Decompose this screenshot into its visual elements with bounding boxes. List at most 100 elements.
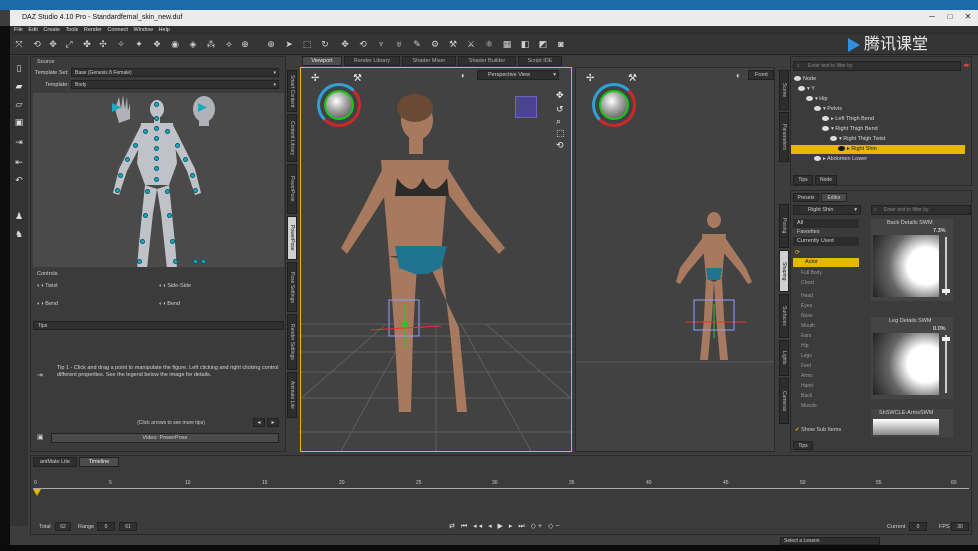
surface-group[interactable]: Nose xyxy=(801,312,813,320)
primitive-icon[interactable]: ⚙ xyxy=(430,39,440,49)
control-point[interactable] xyxy=(190,173,195,178)
viewport-options-icon[interactable]: ◐ xyxy=(461,71,473,81)
control-point[interactable] xyxy=(170,239,175,244)
control-point[interactable] xyxy=(154,126,159,131)
nav-pan-icon[interactable]: ✥ xyxy=(556,90,564,101)
property-slider-handle[interactable] xyxy=(942,337,950,341)
property-slider-track[interactable] xyxy=(945,335,947,393)
menu-file[interactable]: File xyxy=(14,27,23,33)
joint-editor-icon[interactable]: ✤ xyxy=(82,39,92,49)
tree-node-right-thigh[interactable]: ▾ Right Thigh Bend xyxy=(791,125,971,134)
category-favorites[interactable]: Favorites xyxy=(793,228,859,237)
eye-icon[interactable] xyxy=(838,146,845,152)
scripts-icon[interactable]: ◧ xyxy=(520,39,530,49)
maximize-button[interactable]: □ xyxy=(945,12,955,22)
tree-node-hip[interactable]: ▾ Hip xyxy=(791,95,971,104)
control-point[interactable] xyxy=(154,156,159,161)
prev-frame-icon[interactable]: ◂ xyxy=(488,523,494,530)
loop-icon[interactable]: ⇄ xyxy=(449,523,457,530)
tree-node-y[interactable]: ▾ Y xyxy=(791,85,971,94)
control-point[interactable] xyxy=(154,116,159,121)
scene-tab-node[interactable]: Node xyxy=(815,175,837,185)
perspective-viewport[interactable]: ✢ ⚒ ✥ ↺ ⌕ ⬚ ⟲ ◐ Perspective View ▾ xyxy=(240,67,632,452)
category-currently-used[interactable]: Currently Used xyxy=(793,237,859,246)
control-point[interactable] xyxy=(154,166,159,171)
next-frame-icon[interactable]: ▸ xyxy=(509,523,515,530)
fps-field[interactable]: 30 xyxy=(951,522,969,531)
lesson-select[interactable]: Select a Lesson xyxy=(780,537,880,545)
region-nav-icon[interactable]: ◉ xyxy=(170,39,180,49)
range-start-field[interactable]: 0 xyxy=(97,522,115,531)
surface-selection-icon[interactable]: ❖ xyxy=(152,39,162,49)
render-icon[interactable]: ◙ xyxy=(556,39,566,49)
pointer-icon[interactable]: ➤ xyxy=(284,39,294,49)
template-select[interactable]: Body ▾ xyxy=(71,80,279,89)
control-point[interactable] xyxy=(154,146,159,151)
right-view-select[interactable]: Front xyxy=(748,70,774,80)
property-card[interactable]: ShSWCLE-ArmsSWM xyxy=(871,409,953,437)
pan-icon[interactable]: ✢ xyxy=(586,73,594,84)
scale-tool-icon[interactable]: ⤢ xyxy=(64,39,74,49)
control-point[interactable] xyxy=(154,177,159,182)
tab-posing[interactable]: Posing xyxy=(779,204,789,248)
surface-group[interactable]: Chest xyxy=(801,279,814,287)
surface-group[interactable]: Full Body xyxy=(801,269,822,277)
light-icon[interactable]: ⚛ xyxy=(484,39,494,49)
minimize-button[interactable]: ─ xyxy=(927,12,937,22)
menu-render[interactable]: Render xyxy=(84,27,102,33)
tree-node-abdomen[interactable]: ▸ Abdomen Lower xyxy=(791,155,971,164)
prev-key-icon[interactable]: ◂◂ xyxy=(473,523,484,530)
last-frame-icon[interactable]: ⏭ xyxy=(518,523,526,530)
show-sub-items-checkbox[interactable]: ✔ Show Sub Items xyxy=(795,427,841,433)
undo-icon[interactable]: ↶ xyxy=(13,174,25,186)
next-tip-button[interactable]: ▸ xyxy=(267,418,279,427)
template-set-select[interactable]: Base (Genesis 8 Female) ▾ xyxy=(71,68,279,77)
category-all[interactable]: All xyxy=(793,219,859,228)
first-frame-icon[interactable]: ⏮ xyxy=(461,523,469,530)
move-icon[interactable]: ⊕ xyxy=(266,39,276,49)
surface-group[interactable]: Arms xyxy=(801,372,813,380)
nav-zoom-icon[interactable]: ⌕ xyxy=(556,116,561,127)
morph-icon[interactable]: ♅ xyxy=(394,39,404,49)
surface-group[interactable]: Feet xyxy=(801,362,811,370)
transform-icon[interactable]: ⟡ xyxy=(224,39,234,49)
nav-frame-icon[interactable]: ⬚ xyxy=(556,128,565,139)
eye-icon[interactable] xyxy=(822,126,829,132)
control-point[interactable] xyxy=(154,136,159,141)
tree-node-right-thigh-twist[interactable]: ▾ Right Thigh Twist xyxy=(791,135,971,144)
tool-icon[interactable]: ⚒ xyxy=(353,73,362,84)
eye-icon[interactable] xyxy=(814,106,821,112)
surfaces-tab-tips[interactable]: Tips xyxy=(793,441,813,450)
property-card[interactable]: Back Details SWM 7.3% xyxy=(871,219,953,301)
tab-viewport[interactable]: Viewport xyxy=(302,56,342,66)
orbit-icon[interactable]: ↻ xyxy=(320,39,330,49)
control-point[interactable] xyxy=(137,259,142,264)
tab-shader-builder[interactable]: Shader Builder xyxy=(458,56,516,66)
geometry-editor-icon[interactable]: ◈ xyxy=(188,39,198,49)
control-point[interactable] xyxy=(183,157,188,162)
eye-icon[interactable] xyxy=(806,96,813,102)
nav-rotate-icon[interactable]: ↺ xyxy=(556,104,564,115)
tab-script-ide[interactable]: Script IDE xyxy=(518,56,562,66)
playhead-icon[interactable] xyxy=(33,489,41,496)
surface-group[interactable]: Eyes xyxy=(801,302,812,310)
tab-editor[interactable]: Editor xyxy=(821,193,847,202)
pose-icon[interactable]: ⟲ xyxy=(358,39,368,49)
figure-tool-icon[interactable]: ♟ xyxy=(13,210,25,222)
node-weight-icon[interactable]: ✣ xyxy=(98,39,108,49)
tab-smart-content[interactable]: Smart Content xyxy=(287,70,297,112)
control-point[interactable] xyxy=(165,129,170,134)
control-point[interactable] xyxy=(193,188,198,193)
open-file-icon[interactable]: ▰ xyxy=(13,80,25,92)
select-icon[interactable]: ⬚ xyxy=(302,39,312,49)
tab-cameras[interactable]: Cameras xyxy=(779,378,789,424)
property-slider-handle[interactable] xyxy=(942,289,950,293)
control-point[interactable] xyxy=(143,213,148,218)
menu-edit[interactable]: Edit xyxy=(28,27,37,33)
range-end-field[interactable]: 61 xyxy=(119,522,137,531)
export-icon[interactable]: ⇤ xyxy=(13,156,25,168)
menu-create[interactable]: Create xyxy=(43,27,60,33)
tree-node-right-shin-selected[interactable]: ▸ Right Shin xyxy=(791,145,965,154)
play-icon[interactable]: ▶ xyxy=(498,523,505,530)
close-button[interactable]: ✕ xyxy=(963,12,973,22)
